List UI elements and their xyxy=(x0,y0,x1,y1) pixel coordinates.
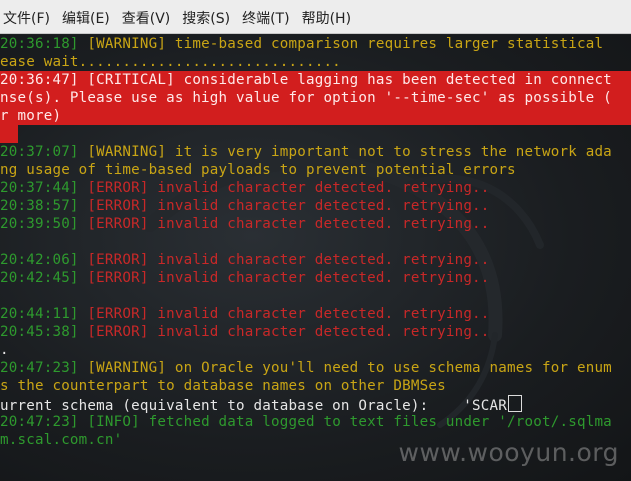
critical-highlight-tail xyxy=(0,125,18,143)
error-text: [ERROR] invalid character detected. retr… xyxy=(78,252,490,268)
log-line: ease wait.............................. xyxy=(0,54,341,70)
critical-text: [CRITICAL] considerable lagging has been… xyxy=(78,72,612,88)
log-line: 20:36:47] [CRITICAL] considerable laggin… xyxy=(0,71,612,89)
timestamp: 20:37:44] xyxy=(0,180,79,196)
log-line: 20:38:57] [ERROR] invalid character dete… xyxy=(0,197,490,215)
error-text: [ERROR] invalid character detected. retr… xyxy=(78,324,490,340)
log-line: 20:47:23] [WARNING] on Oracle you'll nee… xyxy=(0,359,612,377)
menu-help[interactable]: 帮助(H) xyxy=(296,0,357,34)
menu-edit[interactable]: 编辑(E) xyxy=(56,0,116,34)
timestamp: 20:42:45] xyxy=(0,270,79,286)
log-line: . xyxy=(0,342,9,358)
timestamp: 20:36:47] xyxy=(0,72,79,88)
timestamp: 20:37:07] xyxy=(0,144,79,160)
info-text: [INFO] fetched data logged to text files… xyxy=(78,414,612,430)
menu-search[interactable]: 搜索(S) xyxy=(176,0,236,34)
timestamp: 20:47:23] xyxy=(0,360,79,376)
menu-view[interactable]: 查看(V) xyxy=(116,0,177,34)
timestamp: 20:42:06] xyxy=(0,252,79,268)
warning-text: [WARNING] on Oracle you'll need to use s… xyxy=(78,360,612,376)
log-line: s the counterpart to database names on o… xyxy=(0,378,446,394)
log-line: ng usage of time-based payloads to preve… xyxy=(0,162,516,178)
log-line: 20:42:45] [ERROR] invalid character dete… xyxy=(0,269,490,287)
menu-terminal[interactable]: 终端(T) xyxy=(236,0,295,34)
terminal-output[interactable]: 20:36:18] [WARNING] time-based compariso… xyxy=(0,35,631,481)
timestamp: 20:47:23] xyxy=(0,414,79,430)
error-text: [ERROR] invalid character detected. retr… xyxy=(78,270,490,286)
unknown-glyph-icon xyxy=(508,395,523,412)
menu-file[interactable]: 文件(F) xyxy=(0,0,56,34)
log-line: 20:44:11] [ERROR] invalid character dete… xyxy=(0,305,490,323)
warning-text: [WARNING] time-based comparison requires… xyxy=(78,36,604,52)
timestamp: 20:36:18] xyxy=(0,36,79,52)
menu-bar: 文件(F) 编辑(E) 查看(V) 搜索(S) 终端(T) 帮助(H) xyxy=(0,0,631,34)
error-text: [ERROR] invalid character detected. retr… xyxy=(78,198,490,214)
log-line: 20:47:23] [INFO] fetched data logged to … xyxy=(0,413,612,431)
timestamp: 20:44:11] xyxy=(0,306,79,322)
log-line: 20:45:38] [ERROR] invalid character dete… xyxy=(0,323,490,341)
error-text: [ERROR] invalid character detected. retr… xyxy=(78,180,490,196)
watermark: www.wooyun.org xyxy=(398,438,619,467)
log-line: r more) xyxy=(0,108,62,124)
schema-output: urrent schema (equivalent to database on… xyxy=(0,398,508,414)
log-line: 20:36:18] [WARNING] time-based compariso… xyxy=(0,35,603,53)
log-line: 20:37:07] [WARNING] it is very important… xyxy=(0,143,612,161)
log-line: urrent schema (equivalent to database on… xyxy=(0,395,523,414)
log-line: 20:39:50] [ERROR] invalid character dete… xyxy=(0,215,490,233)
warning-text: [WARNING] it is very important not to st… xyxy=(78,144,612,160)
log-line: 20:37:44] [ERROR] invalid character dete… xyxy=(0,179,490,197)
timestamp: 20:45:38] xyxy=(0,324,79,340)
timestamp: 20:39:50] xyxy=(0,216,79,232)
timestamp: 20:38:57] xyxy=(0,198,79,214)
log-line: 20:42:06] [ERROR] invalid character dete… xyxy=(0,251,490,269)
error-text: [ERROR] invalid character detected. retr… xyxy=(78,306,490,322)
log-line: nse(s). Please use as high value for opt… xyxy=(0,90,612,106)
error-text: [ERROR] invalid character detected. retr… xyxy=(78,216,490,232)
log-line: m.scal.com.cn' xyxy=(0,432,123,448)
